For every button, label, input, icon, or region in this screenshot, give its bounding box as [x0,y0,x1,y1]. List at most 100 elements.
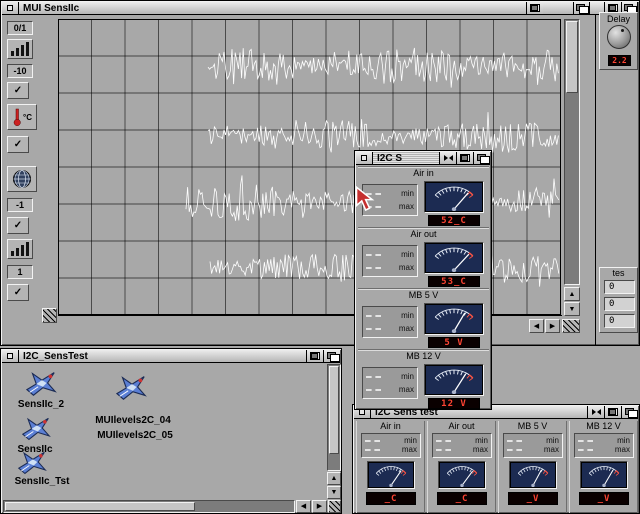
scroll-right-button[interactable]: ▶ [312,500,327,513]
zoom-gadget[interactable] [604,406,621,419]
file-icon-sensiic[interactable] [21,415,51,441]
delay-knob[interactable] [607,25,631,49]
v-scrollbar-thumb[interactable] [566,21,578,93]
window-i2c-sens-test: I2C Sens test Air in min max _C Air out … [352,404,640,514]
checkbox-1[interactable]: ✓ [7,82,29,99]
min-label: min [401,190,414,198]
file-label[interactable]: MUIlevels2C_05 [87,430,183,441]
mouse-pointer [355,186,375,212]
iconify-gadget[interactable] [439,152,456,165]
min-label: min [401,312,414,320]
zoom-gadget[interactable] [306,350,323,363]
scroll-up-button[interactable]: ▲ [564,287,580,301]
gauge-group-air-out: Air out min max 53_C [358,227,489,287]
titlebar-file-window[interactable]: I2C_SensTest [2,350,340,363]
close-gadget[interactable] [356,152,373,165]
arrow-left-icon: ◀ [534,323,539,330]
max-label: max [399,203,414,211]
h-scrollbar[interactable] [3,500,295,513]
gauge-label: MB 12 V [570,421,637,431]
levels-button[interactable] [7,39,33,59]
meter-frame [424,181,484,213]
h-scrollbar-thumb[interactable] [5,502,195,511]
scroll-down-button[interactable]: ▼ [564,302,580,316]
window-title: MUI SensIIc [19,3,526,14]
file-icon-sensiic-tst[interactable] [17,449,47,475]
levels-button-2[interactable] [7,239,33,259]
resize-gadget[interactable] [328,500,341,513]
max-label: max [399,386,414,394]
close-gadget[interactable] [2,350,19,363]
file-icon-muilevels2c-04[interactable] [115,373,147,401]
checkbox-3[interactable]: ✓ [7,217,29,234]
depth-gadget[interactable] [323,350,340,363]
delay-panel: Delay 2.2 [599,12,638,70]
scroll-right-button[interactable]: ▶ [545,319,560,333]
digital-readout: _C [366,492,416,505]
depth-gadget[interactable] [473,152,490,165]
file-icon-sensiic-2[interactable] [25,369,57,397]
zoom-icon [608,4,618,12]
minmax-box: min max [503,433,563,458]
scroll-left-button[interactable]: ◀ [529,319,544,333]
v-scrollbar[interactable] [327,364,341,471]
analog-meter [511,463,555,487]
analog-meter [369,463,413,487]
checkbox-4[interactable]: ✓ [7,284,29,301]
min-marker [507,440,522,442]
scroll-left-button[interactable]: ◀ [296,500,311,513]
scroll-down-button[interactable]: ▼ [327,486,341,499]
channel-mode-label: 0/1 [7,21,33,35]
meter-frame [509,461,557,489]
gauge-column-mb5v: MB 5 V min max _V [498,421,567,513]
diagonal-tool-icon[interactable] [42,308,57,323]
depth-gadget[interactable] [573,2,590,15]
analog-meter [426,244,482,272]
checkbox-2[interactable]: ✓ [7,136,29,153]
analog-meter [426,305,482,333]
zoom-gadget[interactable] [526,2,543,15]
scroll-up-button[interactable]: ▲ [327,472,341,485]
globe-button[interactable] [7,166,37,192]
gauge-label: MB 12 V [358,351,489,361]
file-label[interactable]: MUIlevels2C_04 [85,415,181,426]
analog-meter [426,183,482,211]
min-marker [366,254,381,256]
file-label[interactable]: SensIIc_2 [5,399,77,410]
digital-readout: 12 V [428,398,480,409]
min-label: min [401,373,414,381]
window-title: I2C S [373,153,439,164]
meter-frame [424,364,484,396]
close-icon [7,353,13,359]
v-scrollbar[interactable] [564,19,580,285]
resize-gadget[interactable] [562,319,580,333]
max-marker [366,389,381,391]
arrow-right-icon: ▶ [550,323,555,330]
window-title: I2C_SensTest [19,351,306,362]
temperature-button[interactable]: °C [7,104,37,130]
depth-gadget[interactable] [621,406,638,419]
gauge-label: Air out [358,229,489,239]
file-label[interactable]: SensIIc_Tst [3,476,81,487]
close-gadget[interactable] [2,2,19,15]
depth-icon [625,408,636,416]
v-scrollbar-thumb[interactable] [329,366,339,454]
zoom-gadget[interactable] [456,152,473,165]
min-label: min [404,437,417,445]
meter-frame [580,461,628,489]
max-marker [365,449,380,451]
max-label: max [399,264,414,272]
gauge-label: Air out [428,421,495,431]
depth-icon [624,4,635,12]
titlebar-i2c-s[interactable]: I2C S [356,152,490,165]
digital-readout: _C [437,492,487,505]
arrow-down-icon: ▼ [569,306,576,313]
gauge-label: Air in [357,421,424,431]
zoom-icon [460,154,470,162]
close-icon [361,155,367,161]
gauge-label: Air in [358,168,489,178]
iconify-gadget[interactable] [587,406,604,419]
titlebar-mui-sensiic[interactable]: MUI SensIIc [2,2,638,15]
arrow-up-icon: ▲ [331,475,338,482]
depth-icon [327,352,338,360]
